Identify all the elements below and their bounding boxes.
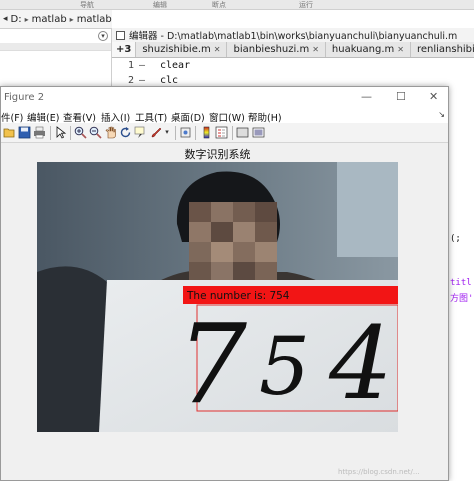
colorbar-icon[interactable] xyxy=(200,126,213,139)
tab-shuzishibie[interactable]: shuzishibie.m ✕ xyxy=(136,42,228,57)
minimize-icon[interactable]: — xyxy=(361,90,372,103)
toolbar-separator xyxy=(50,126,51,140)
figure-title: Figure 2 xyxy=(4,92,45,103)
current-folder-panel: ▾ xyxy=(0,29,112,89)
tab-bianbieshuzi[interactable]: bianbieshuzi.m ✕ xyxy=(227,42,326,57)
code-fragment[interactable]: (; xyxy=(450,234,461,244)
tab-label: huakuang.m xyxy=(331,44,395,55)
panel-menu-icon[interactable]: ▾ xyxy=(98,31,108,41)
code-line[interactable]: 1 — clear xyxy=(112,58,474,73)
pointer-icon[interactable] xyxy=(54,126,67,139)
screen: 导航 编辑 断点 运行 ◂ D: ▸ matlab ▸ matlab1 ▸ bi… xyxy=(0,0,474,481)
menu-window[interactable]: 窗口(W) xyxy=(209,110,245,124)
code-fragment[interactable]: 方图' xyxy=(450,291,473,304)
breakpoint-marker[interactable]: — xyxy=(134,58,150,73)
toolbar-separator xyxy=(232,126,233,140)
close-icon[interactable]: ✕ xyxy=(429,90,438,103)
result-text: The number is: 754 xyxy=(186,290,290,302)
dock-arrow-icon[interactable]: ↘ xyxy=(438,110,445,119)
figure-toolbar: ▾ xyxy=(1,123,448,143)
tab-renlianshibie[interactable]: renlianshibie.m ✕ xyxy=(411,42,474,57)
menu-file[interactable]: 件(F) xyxy=(1,110,23,124)
rotate-icon[interactable] xyxy=(119,126,132,139)
figure-title-bar[interactable]: Figure 2 — ☐ ✕ xyxy=(1,87,448,109)
print-icon[interactable] xyxy=(33,126,46,139)
axes-title: 数字识别系统 xyxy=(184,148,251,161)
close-icon[interactable]: ✕ xyxy=(312,45,319,54)
file-list-header xyxy=(0,43,111,51)
line-number: 1 xyxy=(127,60,134,71)
editor-tabs: +3 shuzishibie.m ✕ bianbieshuzi.m ✕ huak… xyxy=(112,42,474,58)
tab-huakuang[interactable]: huakuang.m ✕ xyxy=(326,42,411,57)
close-icon[interactable]: ✕ xyxy=(214,45,221,54)
pixelated-face xyxy=(189,202,277,280)
editor-title: 编辑器 - D:\matlab\matlab1\bin\works\bianyu… xyxy=(129,31,458,42)
brush-icon[interactable] xyxy=(150,126,163,139)
tab-overflow[interactable]: +3 xyxy=(112,42,137,57)
section-run: 运行 xyxy=(299,1,313,9)
toolbar-separator xyxy=(175,126,176,140)
maximize-icon[interactable]: ☐ xyxy=(396,90,406,103)
hide-tools-icon[interactable] xyxy=(236,126,249,139)
section-breakpoints: 断点 xyxy=(212,1,226,9)
toolstrip-section-labels: 导航 编辑 断点 运行 xyxy=(0,0,474,10)
toolbar-separator xyxy=(195,126,196,140)
code-area[interactable]: 1 — clear 2 — clc xyxy=(112,58,474,88)
section-navigate: 导航 xyxy=(80,1,94,9)
save-icon[interactable] xyxy=(18,126,31,139)
menu-help[interactable]: 帮助(H) xyxy=(248,110,282,124)
watermark-text: https://blog.csdn.net/... xyxy=(338,468,420,476)
handwritten-digits: 7 5 4 xyxy=(177,300,393,428)
path-separator-icon: ▸ xyxy=(69,14,74,24)
folder-back-icon[interactable]: ◂ xyxy=(3,14,8,24)
show-tools-icon[interactable] xyxy=(252,126,265,139)
figure-window: Figure 2 — ☐ ✕ 件(F) 编辑(E) 查看(V) 插入(I) 工具… xyxy=(0,86,449,481)
tab-label: shuzishibie.m xyxy=(142,44,211,55)
toolbar-separator xyxy=(70,126,71,140)
tab-label: bianbieshuzi.m xyxy=(233,44,310,55)
data-cursor-icon[interactable] xyxy=(134,126,147,139)
code-text[interactable]: clear xyxy=(150,58,190,73)
legend-icon[interactable] xyxy=(215,126,228,139)
digit-four: 4 xyxy=(328,305,393,422)
camera-image: 7 5 4 The number is: 754 xyxy=(37,162,398,432)
path-drive[interactable]: D: xyxy=(11,14,22,25)
code-fragment[interactable]: titl xyxy=(450,278,472,288)
tab-label: renlianshibie.m xyxy=(416,44,474,55)
close-icon[interactable]: ✕ xyxy=(397,45,404,54)
pan-icon[interactable] xyxy=(104,126,117,139)
menu-tools[interactable]: 工具(T) xyxy=(135,110,167,124)
current-folder-path[interactable]: ◂ D: ▸ matlab ▸ matlab1 ▸ bin xyxy=(0,10,144,29)
recognition-result-image: 7 5 4 The number is: 754 xyxy=(37,162,398,432)
open-folder-icon[interactable] xyxy=(3,126,16,139)
path-separator-icon: ▸ xyxy=(24,14,29,24)
section-edit: 编辑 xyxy=(153,1,167,9)
link-icon[interactable] xyxy=(179,126,192,139)
path-segment-matlab[interactable]: matlab xyxy=(32,14,67,25)
zoom-in-icon[interactable] xyxy=(74,126,87,139)
digit-seven: 7 xyxy=(177,300,247,428)
digit-five: 5 xyxy=(259,320,310,413)
zoom-out-icon[interactable] xyxy=(89,126,102,139)
editor-icon xyxy=(116,30,125,40)
menu-edit[interactable]: 编辑(E) xyxy=(27,110,59,124)
figure-menu-bar: 件(F) 编辑(E) 查看(V) 插入(I) 工具(T) 桌面(D) 窗口(W)… xyxy=(1,109,448,124)
menu-desktop[interactable]: 桌面(D) xyxy=(171,110,205,124)
menu-view[interactable]: 查看(V) xyxy=(63,110,96,124)
brush-dropdown-icon[interactable]: ▾ xyxy=(163,126,171,139)
editor-title-bar: 编辑器 - D:\matlab\matlab1\bin\works\bianyu… xyxy=(112,28,474,42)
menu-insert[interactable]: 插入(I) xyxy=(101,110,130,124)
